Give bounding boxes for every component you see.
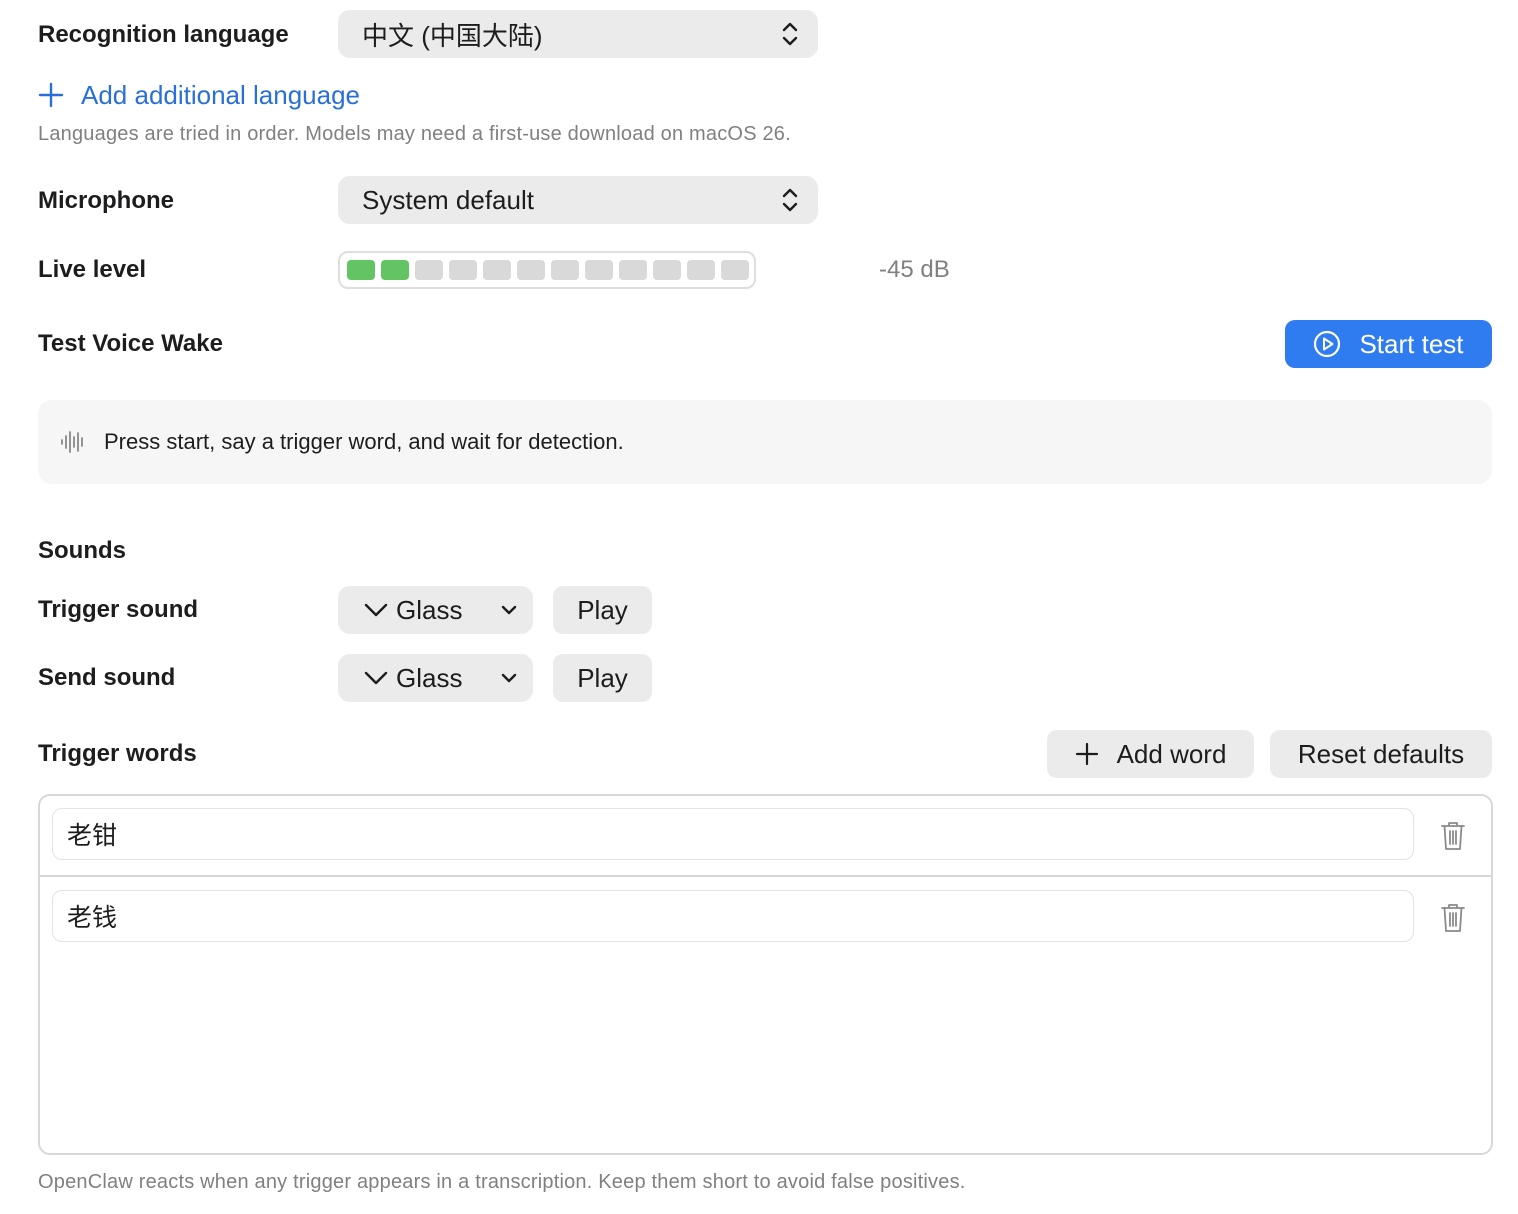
play-circle-icon bbox=[1314, 330, 1341, 358]
level-segment bbox=[415, 260, 443, 280]
level-segment bbox=[619, 260, 647, 280]
reset-defaults-button[interactable]: Reset defaults bbox=[1270, 730, 1492, 778]
send-sound-value: Glass bbox=[396, 662, 463, 693]
level-segment bbox=[483, 260, 511, 280]
microphone-value: System default bbox=[362, 184, 534, 215]
level-segment bbox=[585, 260, 613, 280]
trash-icon[interactable] bbox=[1440, 821, 1466, 851]
level-segment bbox=[347, 260, 375, 280]
add-language-link[interactable]: Add additional language bbox=[38, 78, 360, 112]
live-level-meter bbox=[338, 251, 756, 289]
level-segment bbox=[449, 260, 477, 280]
waveform-icon bbox=[61, 431, 83, 453]
microphone-popup[interactable]: System default bbox=[338, 176, 818, 224]
plus-icon bbox=[38, 82, 64, 108]
trigger-sound-value: Glass bbox=[396, 594, 463, 625]
trigger-words-list: 老钳 老钱 bbox=[38, 794, 1493, 1155]
plus-icon bbox=[1075, 742, 1098, 766]
trigger-sound-popup[interactable]: Glass bbox=[338, 586, 533, 634]
start-test-label: Start test bbox=[1359, 328, 1464, 359]
chevron-down-icon bbox=[501, 605, 517, 615]
recognition-language-popup[interactable]: 中文 (中国大陆) bbox=[338, 10, 818, 58]
microphone-label: Microphone bbox=[38, 187, 174, 214]
level-segment bbox=[381, 260, 409, 280]
level-segment bbox=[653, 260, 681, 280]
send-sound-label: Send sound bbox=[38, 664, 176, 691]
send-sound-play-button[interactable]: Play bbox=[553, 654, 652, 702]
live-level-readout: -45 dB bbox=[879, 256, 950, 283]
live-level-label: Live level bbox=[38, 256, 147, 283]
recognition-language-value: 中文 (中国大陆) bbox=[362, 20, 543, 51]
chevron-up-down-icon bbox=[782, 22, 798, 46]
trigger-words-footer: OpenClaw reacts when any trigger appears… bbox=[38, 1171, 966, 1193]
level-segment bbox=[721, 260, 749, 280]
level-segment bbox=[551, 260, 579, 280]
test-voice-wake-label: Test Voice Wake bbox=[38, 330, 223, 357]
test-status-panel: Press start, say a trigger word, and wai… bbox=[38, 400, 1492, 484]
languages-hint: Languages are tried in order. Models may… bbox=[38, 123, 791, 145]
add-language-label: Add additional language bbox=[81, 79, 361, 110]
add-word-label: Add word bbox=[1116, 738, 1227, 769]
chevron-down-icon bbox=[501, 673, 517, 683]
trigger-word-field[interactable]: 老钳 bbox=[52, 808, 1414, 860]
trigger-words-label: Trigger words bbox=[38, 740, 197, 767]
send-sound-popup[interactable]: Glass bbox=[338, 654, 533, 702]
recognition-language-label: Recognition language bbox=[38, 21, 289, 48]
trash-icon[interactable] bbox=[1440, 903, 1466, 933]
row-divider bbox=[40, 875, 1491, 877]
trigger-sound-label: Trigger sound bbox=[38, 596, 199, 623]
chevron-down-icon bbox=[364, 603, 388, 617]
chevron-up-down-icon bbox=[782, 188, 798, 212]
sounds-heading: Sounds bbox=[38, 537, 126, 564]
level-segment bbox=[687, 260, 715, 280]
trigger-sound-play-button[interactable]: Play bbox=[553, 586, 652, 634]
chevron-down-icon bbox=[364, 671, 388, 685]
level-segment bbox=[517, 260, 545, 280]
trigger-word-field[interactable]: 老钱 bbox=[52, 890, 1414, 942]
start-test-button[interactable]: Start test bbox=[1285, 320, 1492, 368]
add-word-button[interactable]: Add word bbox=[1047, 730, 1254, 778]
test-status-text: Press start, say a trigger word, and wai… bbox=[104, 429, 624, 454]
